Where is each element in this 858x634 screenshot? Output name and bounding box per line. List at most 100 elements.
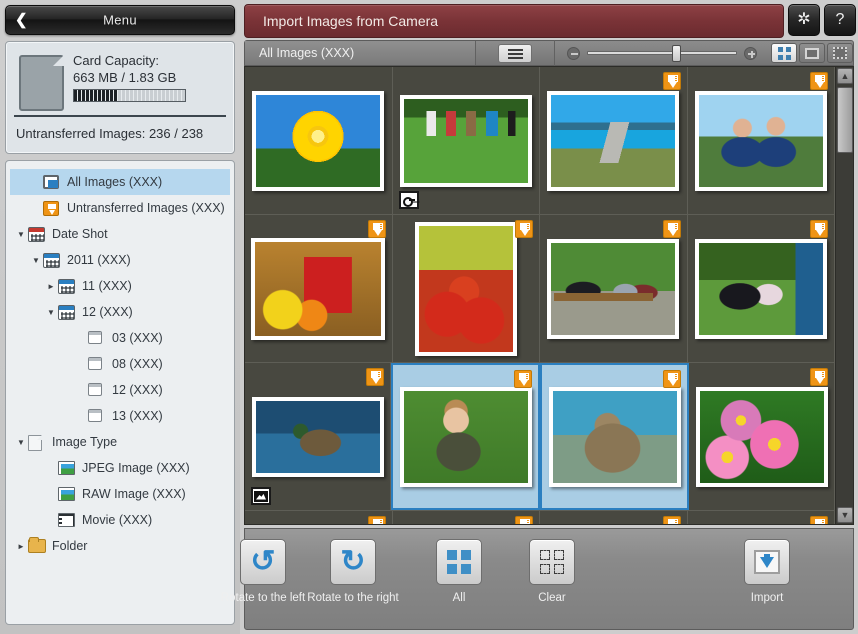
thumbnail-mother-child[interactable] [694,238,827,339]
thumbnail-park-bench[interactable] [547,238,680,339]
thumbnail-cell[interactable] [245,363,391,510]
action-clear-button[interactable]: Clear [505,539,599,605]
gauge-segment [90,90,93,101]
calendar-year-icon-glyph [43,252,60,268]
clear-selection-icon[interactable] [529,539,575,585]
menu-button[interactable]: ❮ Menu [5,5,235,35]
tree-item-all-images-xxx[interactable]: All Images (XXX) [10,169,230,195]
twisty-expanded-icon[interactable]: ▼ [44,308,58,317]
thumbnail-baby-grass[interactable] [399,386,532,487]
list-view-icon[interactable] [498,43,532,63]
thumbnail-cell[interactable] [391,363,540,510]
twisty-expanded-icon[interactable]: ▼ [14,438,28,447]
thumbnail-cell[interactable] [393,67,540,214]
tree-item-label: Untransferred Images (XXX) [67,201,225,215]
import-icon[interactable] [744,539,790,585]
rotate-right-glyph: ↻ [340,545,366,578]
day-icon [88,330,107,346]
thumbnail-cell[interactable] [393,215,540,362]
tree-item-label: Date Shot [52,227,108,241]
thumbnail-image [255,241,382,336]
twisty-collapsed-icon[interactable]: ► [14,542,28,551]
tree-item-12-xxx[interactable]: ▼ 12 (XXX) [10,299,230,325]
twisty-expanded-icon[interactable]: ▼ [29,256,43,265]
toolbar-divider [554,40,555,66]
calendar-month-icon-glyph [58,304,75,320]
tree-item-image-type[interactable]: ▼ Image Type [10,429,230,455]
rotate-left-icon[interactable]: ↺ [240,539,286,585]
grid-view-icon[interactable] [771,43,797,63]
tree-item-08-xxx[interactable]: 08 (XXX) [10,351,230,377]
grid-scrollbar[interactable]: ▲ ▼ [835,67,853,524]
thumbnail-image [552,390,677,483]
zoom-slider-knob[interactable] [672,45,681,62]
thumbnail-cell[interactable] [688,511,835,524]
gauge-segment [138,90,141,101]
tree-item-untransferred-images-xxx[interactable]: Untransferred Images (XXX) [10,195,230,221]
calendar-month-icon [58,278,77,294]
day-icon [88,356,107,372]
untransferred-icon-glyph [43,200,59,216]
select-all-icon[interactable] [436,539,482,585]
twisty-expanded-icon[interactable]: ▼ [14,230,28,239]
thumbnail-cell[interactable] [540,215,688,362]
action-all-button[interactable]: All [412,539,506,605]
thumbnail-market-stall[interactable] [251,237,386,340]
thumbnail-cell[interactable] [245,511,393,524]
day-icon-glyph [88,356,102,370]
jpeg-image-icon [58,460,77,476]
thumbnail-cell[interactable] [688,215,835,362]
thumbnail-tomatoes[interactable] [414,221,517,356]
gauge-segment [162,90,165,101]
question-mark-icon[interactable]: ? [824,4,856,36]
zoom-slider[interactable] [587,45,737,62]
tree-item-date-shot[interactable]: ▼ Date Shot [10,221,230,247]
calendar-icon [28,226,47,242]
gauge-segment [134,90,137,101]
tree-item-03-xxx[interactable]: 03 (XXX) [10,325,230,351]
scroll-down-icon[interactable]: ▼ [837,507,853,523]
list-glyph [507,47,523,59]
zoom-in-icon[interactable] [744,46,757,60]
thumbnail-cell[interactable] [245,67,393,214]
card-capacity-label: Card Capacity: [73,53,159,68]
thumbnail-sunflower[interactable] [252,90,385,191]
tab-all-images[interactable]: All Images (XXX) [245,41,476,65]
tree-item-12-xxx[interactable]: 12 (XXX) [10,377,230,403]
thumbnail-two-men[interactable] [694,90,827,191]
action-rotate-to-the-left-button[interactable]: ↺ Rotate to the left [216,539,310,605]
single-view-icon[interactable] [799,43,825,63]
tree-item-jpeg-image-xxx[interactable]: JPEG Image (XXX) [10,455,230,481]
thumbnail-cat[interactable] [548,386,681,487]
thumbnail-cell[interactable] [688,67,835,214]
jpeg-image-icon-glyph [58,460,75,475]
scroll-up-icon[interactable]: ▲ [837,68,853,84]
tree-item-folder[interactable]: ► Folder [10,533,230,559]
gauge-segment [106,90,109,101]
thumbnail-lake-road[interactable] [547,90,680,191]
thumbnail-cell[interactable] [245,215,393,362]
gear-icon[interactable]: ✲ [788,4,820,36]
thumbnail-cell[interactable] [540,67,688,214]
thumbnail-cell[interactable] [540,511,688,524]
thumbnail-laundry-line[interactable] [399,94,532,187]
rotate-right-icon[interactable]: ↻ [330,539,376,585]
fit-view-icon[interactable] [827,43,853,63]
scrollbar-thumb[interactable] [837,87,853,153]
tree-item-2011-xxx[interactable]: ▼ 2011 (XXX) [10,247,230,273]
zoom-out-icon[interactable] [567,46,580,60]
twisty-collapsed-icon[interactable]: ► [44,282,58,291]
thumbnail-cell[interactable] [393,511,540,524]
thumbnail-cell[interactable] [540,363,689,510]
tree-item-raw-image-xxx[interactable]: RAW Image (XXX) [10,481,230,507]
thumbnail-pink-flowers[interactable] [695,386,828,487]
tree-item-11-xxx[interactable]: ► 11 (XXX) [10,273,230,299]
tree-item-movie-xxx[interactable]: Movie (XXX) [10,507,230,533]
action-import-button[interactable]: Import [720,539,814,605]
thumbnail-cell[interactable] [689,363,835,510]
source-tree[interactable]: All Images (XXX) Untransferred Images (XX… [5,160,235,625]
tree-item-13-xxx[interactable]: 13 (XXX) [10,403,230,429]
action-toolbar: ↺ Rotate to the left ↻ Rotate to the right A… [221,528,854,630]
thumbnail-duck-water[interactable] [251,396,384,477]
action-rotate-to-the-right-button[interactable]: ↻ Rotate to the right [306,539,400,605]
